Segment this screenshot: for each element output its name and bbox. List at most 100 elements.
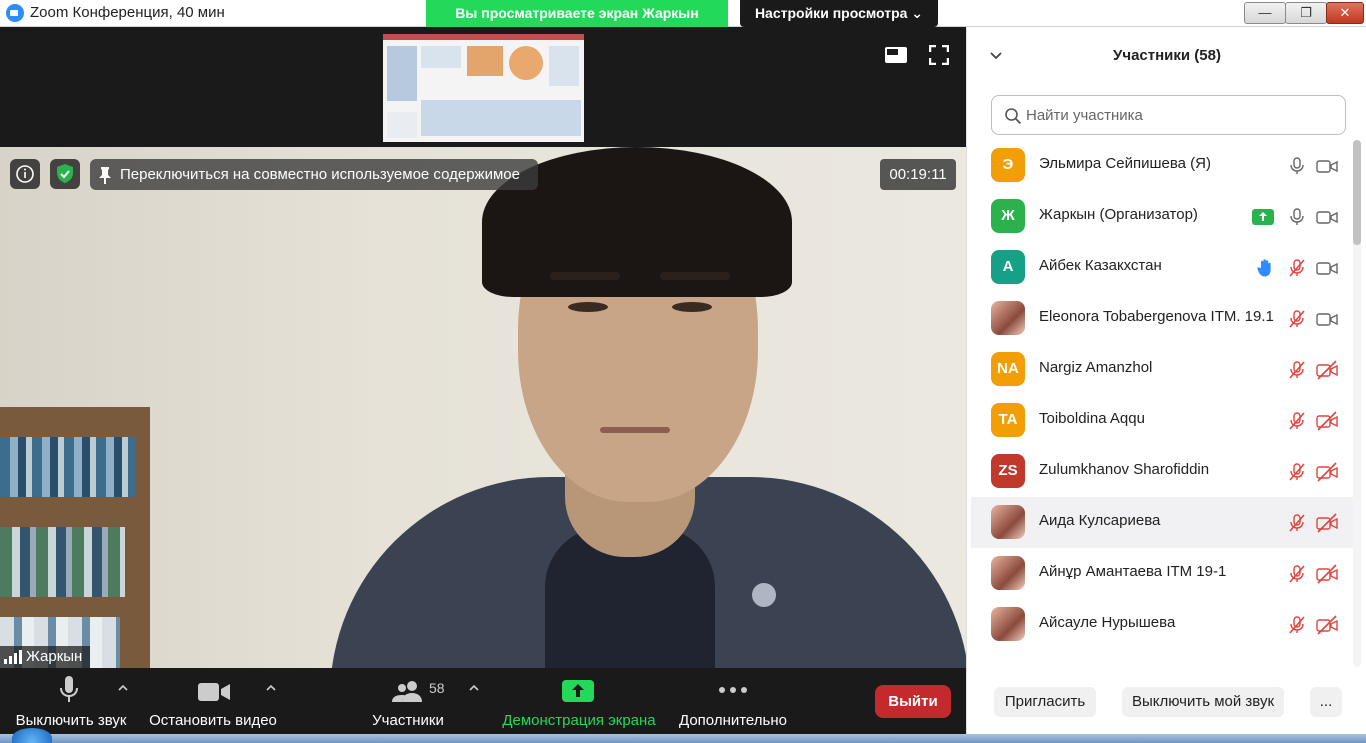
participant-row[interactable]: NA Nargiz Amanzhol bbox=[971, 344, 1355, 395]
pin-icon bbox=[99, 167, 111, 184]
shared-screen-thumbnail[interactable] bbox=[383, 34, 584, 142]
more-button[interactable]: Дополнительно bbox=[673, 668, 793, 734]
view-settings-button[interactable]: Настройки просмотра ⌄ bbox=[740, 0, 938, 27]
participant-row[interactable]: Айсауле Нурышева bbox=[971, 599, 1355, 650]
mute-me-button[interactable]: Выключить мой звук bbox=[1122, 687, 1284, 717]
shared-content-strip bbox=[0, 27, 966, 147]
mute-button[interactable]: Выключить звук bbox=[10, 668, 132, 734]
microphone-muted-icon[interactable] bbox=[1287, 411, 1307, 431]
panel-more-button[interactable]: ... bbox=[1310, 687, 1342, 717]
participant-name: Zulumkhanov Sharofiddin bbox=[1039, 461, 1210, 478]
search-icon bbox=[1005, 108, 1022, 125]
participant-avatar bbox=[991, 505, 1025, 539]
mute-label: Выключить звук bbox=[15, 712, 127, 729]
microphone-icon[interactable] bbox=[1287, 156, 1307, 176]
window-title: Zoom Конференция, 40 мин bbox=[30, 4, 225, 21]
participant-name: Жаркын (Организатор) bbox=[1039, 206, 1198, 223]
video-off-icon[interactable] bbox=[1316, 462, 1338, 482]
participants-panel: Участники (58) Э Эльмира Сейпишева (Я) Ж Жа… bbox=[966, 27, 1366, 734]
fullscreen-icon[interactable] bbox=[929, 45, 949, 65]
participant-avatar: ZS bbox=[991, 454, 1025, 488]
participant-name: Эльмира Сейпишева (Я) bbox=[1039, 155, 1211, 172]
switch-label: Переключиться на совместно используемое … bbox=[120, 166, 520, 183]
microphone-muted-icon[interactable] bbox=[1287, 360, 1307, 380]
video-options-caret-icon[interactable] bbox=[265, 682, 277, 694]
encryption-button[interactable] bbox=[50, 159, 80, 189]
minimize-button[interactable]: — bbox=[1244, 2, 1286, 24]
participant-row[interactable]: Аида Кулсариева bbox=[971, 497, 1355, 548]
leave-meeting-button[interactable]: Выйти bbox=[875, 685, 951, 718]
participant-row[interactable]: TA Toiboldina Aqqu bbox=[971, 395, 1355, 446]
video-off-icon[interactable] bbox=[1316, 564, 1338, 584]
stop-video-label: Остановить видео bbox=[149, 712, 277, 729]
windows-taskbar bbox=[0, 734, 1366, 743]
participant-search[interactable] bbox=[991, 95, 1346, 135]
participant-avatar bbox=[991, 607, 1025, 641]
participant-name: Eleonora Tobabergenova ITM. 19.1 bbox=[1039, 308, 1274, 325]
participants-button[interactable]: 58 Участники bbox=[362, 668, 454, 734]
microphone-icon[interactable] bbox=[1287, 207, 1307, 227]
microphone-muted-icon[interactable] bbox=[1287, 564, 1307, 584]
microphone-muted-icon[interactable] bbox=[1287, 309, 1307, 329]
video-camera-icon[interactable] bbox=[1316, 156, 1338, 176]
participant-avatar: TA bbox=[991, 403, 1025, 437]
video-camera-icon[interactable] bbox=[1316, 258, 1338, 278]
participant-row[interactable]: Э Эльмира Сейпишева (Я) bbox=[971, 140, 1355, 191]
microphone-muted-icon[interactable] bbox=[1287, 462, 1307, 482]
switch-to-shared-content-button[interactable]: Переключиться на совместно используемое … bbox=[90, 159, 538, 190]
zoom-window: Zoom Конференция, 40 мин Вы просматривае… bbox=[0, 0, 1366, 743]
info-icon bbox=[16, 165, 34, 183]
recording-timer: 00:19:11 bbox=[880, 159, 956, 190]
participant-avatar: NA bbox=[991, 352, 1025, 386]
start-button-icon[interactable] bbox=[12, 728, 52, 743]
participant-row[interactable]: Айнұр Амантаева ITM 19-1 bbox=[971, 548, 1355, 599]
video-off-icon[interactable] bbox=[1316, 513, 1338, 533]
viewing-screen-banner: Вы просматриваете экран Жаркын bbox=[426, 0, 728, 27]
speaker-name-tag: Жаркын bbox=[0, 646, 91, 668]
microphone-muted-icon[interactable] bbox=[1287, 615, 1307, 635]
speaker-video bbox=[0, 147, 966, 668]
zoom-app-icon bbox=[6, 4, 24, 22]
scrollbar-thumb[interactable] bbox=[1353, 140, 1361, 245]
participant-row[interactable]: Eleonora Tobabergenova ITM. 19.1 bbox=[971, 293, 1355, 344]
participants-count: 58 bbox=[429, 680, 445, 696]
participant-avatar bbox=[991, 556, 1025, 590]
participant-avatar: А bbox=[991, 250, 1025, 284]
meeting-info-button[interactable] bbox=[10, 159, 40, 189]
participant-row[interactable]: А Айбек Казакхстан bbox=[971, 242, 1355, 293]
sharing-screen-icon bbox=[1252, 209, 1274, 229]
participant-name: Toiboldina Aqqu bbox=[1039, 410, 1145, 427]
participants-icon bbox=[392, 681, 422, 702]
video-camera-icon[interactable] bbox=[1316, 207, 1338, 227]
participants-options-caret-icon[interactable] bbox=[468, 682, 480, 694]
participant-name: Айсауле Нурышева bbox=[1039, 614, 1176, 631]
close-button[interactable]: ✕ bbox=[1326, 2, 1364, 24]
participant-avatar: Э bbox=[991, 148, 1025, 182]
video-camera-icon[interactable] bbox=[1316, 309, 1338, 329]
participant-row[interactable]: ZS Zulumkhanov Sharofiddin bbox=[971, 446, 1355, 497]
more-label: Дополнительно bbox=[679, 712, 787, 729]
participants-label: Участники bbox=[372, 712, 444, 729]
video-off-icon[interactable] bbox=[1316, 615, 1338, 635]
participant-name: Аида Кулсариева bbox=[1039, 512, 1161, 529]
participants-scrollbar[interactable] bbox=[1353, 140, 1361, 667]
participant-name: Айнұр Амантаева ITM 19-1 bbox=[1039, 563, 1227, 580]
participant-row[interactable]: Ж Жаркын (Организатор) bbox=[971, 191, 1355, 242]
microphone-muted-icon[interactable] bbox=[1287, 258, 1307, 278]
maximize-button[interactable]: ❐ bbox=[1285, 2, 1327, 24]
participants-panel-header: Участники (58) bbox=[967, 27, 1366, 85]
invite-button[interactable]: Пригласить bbox=[994, 687, 1096, 717]
layout-toggle-icon[interactable] bbox=[885, 47, 907, 63]
microphone-icon bbox=[60, 676, 78, 702]
video-off-icon[interactable] bbox=[1316, 360, 1338, 380]
video-off-icon[interactable] bbox=[1316, 411, 1338, 431]
signal-strength-icon bbox=[4, 650, 22, 665]
audio-options-caret-icon[interactable] bbox=[117, 682, 129, 694]
participant-avatar: Ж bbox=[991, 199, 1025, 233]
stop-video-button[interactable]: Остановить видео bbox=[145, 668, 281, 734]
participant-search-input[interactable] bbox=[1026, 104, 1326, 126]
lapel-pin bbox=[752, 583, 776, 607]
microphone-muted-icon[interactable] bbox=[1287, 513, 1307, 533]
participant-name: Nargiz Amanzhol bbox=[1039, 359, 1153, 376]
share-screen-button[interactable]: Демонстрация экрана bbox=[497, 668, 661, 734]
